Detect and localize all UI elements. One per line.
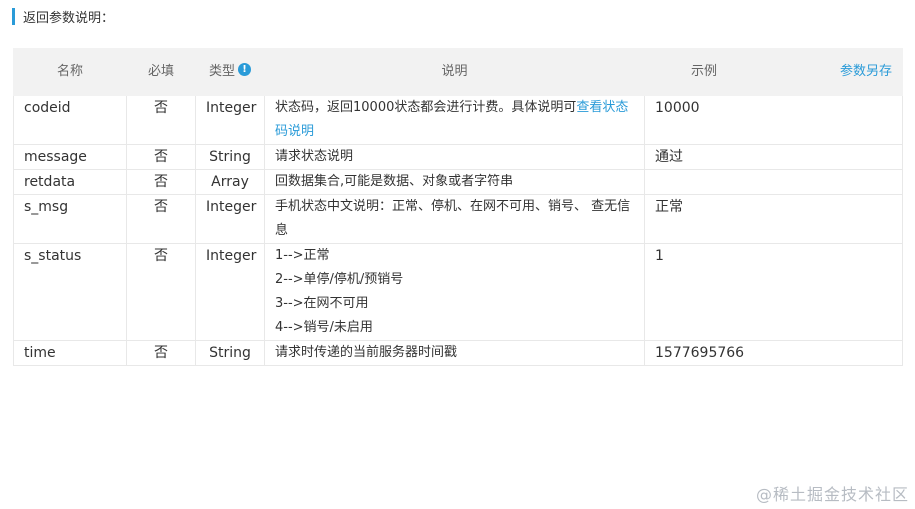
header-example: 示例 参数另存	[644, 48, 903, 96]
header-description: 说明	[264, 48, 645, 96]
table-header-row: 名称 必填 类型! 说明 示例 参数另存	[13, 48, 903, 96]
cell-required: 否	[126, 194, 196, 244]
cell-type: Integer	[195, 243, 265, 341]
table-row: retdata 否 Array 回数据集合,可能是数据、对象或者字符串	[13, 169, 903, 195]
cell-description: 请求时传递的当前服务器时间戳	[264, 340, 645, 366]
cell-name: time	[13, 340, 127, 366]
cell-name: s_msg	[13, 194, 127, 244]
section-title: 返回参数说明：	[12, 8, 115, 26]
watermark: @稀土掘金技术社区	[755, 485, 909, 504]
cell-description: 请求状态说明	[264, 144, 645, 170]
cell-type: String	[195, 144, 265, 170]
section-title-text: 返回参数说明：	[23, 11, 115, 26]
cell-name: s_status	[13, 243, 127, 341]
page: 返回参数说明： 名称 必填 类型! 说明 示例 参数另存 codeid 否 In…	[0, 0, 915, 509]
save-params-link[interactable]: 参数另存	[840, 60, 892, 84]
cell-description: 手机状态中文说明：正常、停机、在网不可用、销号、 查无信息	[264, 194, 645, 244]
status-line: 4-->销号/未启用	[275, 320, 373, 335]
cell-example: 1577695766	[644, 340, 903, 366]
cell-required: 否	[126, 243, 196, 341]
cell-example: 10000	[644, 95, 903, 145]
cell-type: String	[195, 340, 265, 366]
status-line: 2-->单停/停机/预销号	[275, 272, 404, 287]
info-icon[interactable]: !	[238, 63, 251, 76]
cell-name: retdata	[13, 169, 127, 195]
status-line: 3-->在网不可用	[275, 296, 369, 311]
table-row: s_msg 否 Integer 手机状态中文说明：正常、停机、在网不可用、销号、…	[13, 194, 903, 244]
header-required: 必填	[126, 48, 196, 96]
table-row: s_status 否 Integer 1-->正常 2-->单停/停机/预销号 …	[13, 243, 903, 341]
cell-example: 1	[644, 243, 903, 341]
cell-example	[644, 169, 903, 195]
table-row: message 否 String 请求状态说明 通过	[13, 144, 903, 170]
cell-required: 否	[126, 95, 196, 145]
cell-description: 状态码，返回10000状态都会进行计费。具体说明可查看状态码说明	[264, 95, 645, 145]
table-row: time 否 String 请求时传递的当前服务器时间戳 1577695766	[13, 340, 903, 366]
cell-type: Integer	[195, 194, 265, 244]
header-name: 名称	[13, 48, 127, 96]
description-text: 状态码，返回10000状态都会进行计费。具体说明可	[275, 100, 577, 115]
cell-description: 1-->正常 2-->单停/停机/预销号 3-->在网不可用 4-->销号/未启…	[264, 243, 645, 341]
return-params-table: 名称 必填 类型! 说明 示例 参数另存 codeid 否 Integer 状态…	[13, 48, 903, 366]
cell-required: 否	[126, 169, 196, 195]
cell-type: Array	[195, 169, 265, 195]
cell-required: 否	[126, 144, 196, 170]
table-row: codeid 否 Integer 状态码，返回10000状态都会进行计费。具体说…	[13, 95, 903, 145]
cell-required: 否	[126, 340, 196, 366]
cell-example: 正常	[644, 194, 903, 244]
cell-example: 通过	[644, 144, 903, 170]
cell-name: codeid	[13, 95, 127, 145]
header-example-label: 示例	[691, 64, 718, 79]
section-accent-bar	[12, 8, 15, 25]
cell-name: message	[13, 144, 127, 170]
status-line: 1-->正常	[275, 248, 330, 263]
cell-description: 回数据集合,可能是数据、对象或者字符串	[264, 169, 645, 195]
cell-type: Integer	[195, 95, 265, 145]
header-type: 类型!	[195, 48, 265, 96]
